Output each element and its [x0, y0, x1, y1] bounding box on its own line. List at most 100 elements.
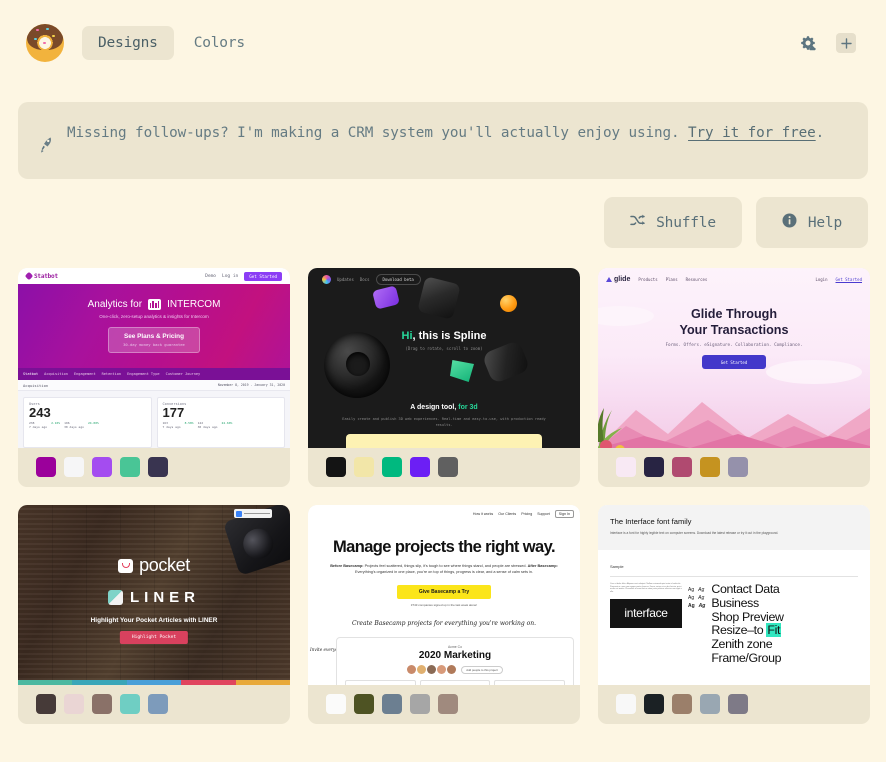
specimen-line-0: Contact Data [711, 582, 780, 596]
statbot-nav-demo: Demo [205, 273, 216, 279]
gear-icon[interactable] [800, 35, 818, 51]
color-swatch[interactable] [354, 457, 374, 477]
color-swatch[interactable] [728, 694, 748, 714]
color-swatch[interactable] [616, 457, 636, 477]
interface-description: Interface is a font for highly legible t… [610, 531, 779, 535]
color-swatch[interactable] [616, 694, 636, 714]
interface-blurb: Cras ut dolor felis. Aliquam erat volutp… [610, 583, 682, 593]
color-swatch[interactable] [410, 457, 430, 477]
design-card-statbot[interactable]: Statbot Demo Log in Get Started Analytic… [18, 268, 290, 487]
design-thumbnail: Statbot Demo Log in Get Started Analytic… [18, 268, 290, 448]
color-swatch[interactable] [382, 457, 402, 477]
color-swatch[interactable] [700, 457, 720, 477]
rocket-icon [37, 135, 57, 158]
spline-footer-accent: for 3d [458, 404, 478, 411]
tab-colors[interactable]: Colors [178, 26, 261, 60]
color-swatch[interactable] [672, 457, 692, 477]
basecamp-p1-bold: Before Basecamp: [330, 564, 364, 568]
color-swatch[interactable] [120, 694, 140, 714]
color-swatch[interactable] [354, 694, 374, 714]
promo-banner: Missing follow-ups? I'm making a CRM sys… [18, 102, 868, 179]
color-swatch[interactable] [700, 694, 720, 714]
statbot-metric-panel: Users 243 238 7 days ago 2.10% 196 30 days a… [23, 397, 152, 448]
promo-link[interactable]: Try it for free [688, 125, 816, 141]
design-card-spline[interactable]: Updates Docs Download beta Hi, this is S… [308, 268, 580, 487]
color-swatch[interactable] [728, 457, 748, 477]
basecamp-panel: Acme Co 2020 Marketing Add people to thi… [336, 637, 574, 685]
color-swatch[interactable] [92, 457, 112, 477]
color-swatch[interactable] [326, 694, 346, 714]
color-swatch[interactable] [326, 457, 346, 477]
statbot-appnav-2: Engagement [73, 372, 96, 376]
statbot-date-range: November 8, 2019 - January 31, 2020 [217, 383, 285, 387]
interface-specimen: Contact Data Business Shop Preview Resiz… [711, 582, 860, 666]
header-actions [800, 33, 856, 53]
design-thumbnail: pocket LINER Highlight Your Pocket Artic… [18, 505, 290, 685]
spline-subhead: (Drag to rotate, scroll to zoom) [405, 346, 483, 351]
design-card-interface-font[interactable]: The Interface font family Interface is a… [598, 505, 870, 724]
color-swatch[interactable] [672, 694, 692, 714]
shuffle-label: Shuffle [656, 214, 716, 231]
color-swatch[interactable] [64, 694, 84, 714]
shuffle-button[interactable]: Shuffle [604, 197, 742, 248]
interface-ag-grid: Ag Ag Ag Ag Ag Ag [688, 583, 705, 666]
spline-nav-docs: Docs [359, 277, 370, 282]
basecamp-nav-2: Pricing [521, 512, 533, 516]
spline-footer-headline: A design tool, for 3d [308, 404, 580, 411]
main-tabs: Designs Colors [82, 26, 261, 60]
spline-headline: Hi, this is Spline [308, 330, 580, 342]
color-swatch[interactable] [120, 457, 140, 477]
color-swatch[interactable] [92, 694, 112, 714]
color-swatch[interactable] [148, 694, 168, 714]
info-circle-icon [782, 213, 797, 232]
ag-5: Ag [698, 603, 706, 609]
glide-nav-products: Products [638, 277, 658, 282]
card-swatches [18, 448, 290, 487]
card-swatches [598, 685, 870, 724]
basecamp-p2: Everything's organized in one place, you… [354, 570, 534, 575]
color-swatch[interactable] [382, 694, 402, 714]
spline-headline-accent: Hi [401, 330, 413, 342]
statbot-breadcrumb: Acquisition [23, 382, 49, 388]
cube-shape [417, 276, 461, 320]
design-card-glide[interactable]: glide Products Plans Resources Login Get… [598, 268, 870, 487]
basecamp-button-note: 3743 companies signed up in the last wee… [410, 602, 478, 607]
mountain-illustration [598, 386, 870, 448]
glide-button: Get Started [702, 355, 766, 369]
color-swatch[interactable] [64, 457, 84, 477]
browser-badge [234, 509, 272, 518]
glide-subhead: Forms. Offers. eSignature. Collaboration… [665, 343, 803, 348]
glide-headline-1: Glide Through [690, 307, 778, 321]
ag-0: Ag [688, 587, 695, 593]
color-swatch[interactable] [438, 457, 458, 477]
card-swatches [18, 685, 290, 724]
statbot-cta-button: See Plans & Pricing 30-day money back gu… [108, 327, 200, 353]
color-swatch[interactable] [148, 457, 168, 477]
design-card-pocket-liner[interactable]: pocket LINER Highlight Your Pocket Artic… [18, 505, 290, 724]
color-swatch[interactable] [410, 694, 430, 714]
sphere-shape [500, 295, 517, 312]
donut-icon [26, 24, 64, 62]
add-button[interactable] [836, 33, 856, 53]
design-card-basecamp[interactable]: How it works Our Clients Pricing Support… [308, 505, 580, 724]
spline-cta: Download beta [375, 274, 421, 285]
liner-wordmark: LINER [130, 589, 200, 606]
color-swatch[interactable] [438, 694, 458, 714]
liner-logo: LINER [18, 589, 290, 606]
card-swatches [308, 685, 580, 724]
help-button[interactable]: Help [755, 197, 868, 248]
basecamp-panel-pill: Add people to this project [461, 665, 503, 674]
color-swatch[interactable] [36, 457, 56, 477]
color-swatch[interactable] [36, 694, 56, 714]
interface-black-word: interface [610, 599, 682, 629]
glide-headline-2: Your Transactions [679, 323, 789, 337]
ag-2: Ag [688, 595, 695, 601]
pocket-button: Highlight Pocket [119, 631, 189, 644]
tab-designs[interactable]: Designs [82, 26, 174, 60]
glide-headline: Glide Through Your Transactions [598, 306, 870, 338]
design-thumbnail: glide Products Plans Resources Login Get… [598, 268, 870, 448]
color-swatch[interactable] [644, 457, 664, 477]
color-swatch[interactable] [644, 694, 664, 714]
basecamp-nav-1: Our Clients [498, 512, 517, 516]
pocket-icon [118, 558, 134, 573]
